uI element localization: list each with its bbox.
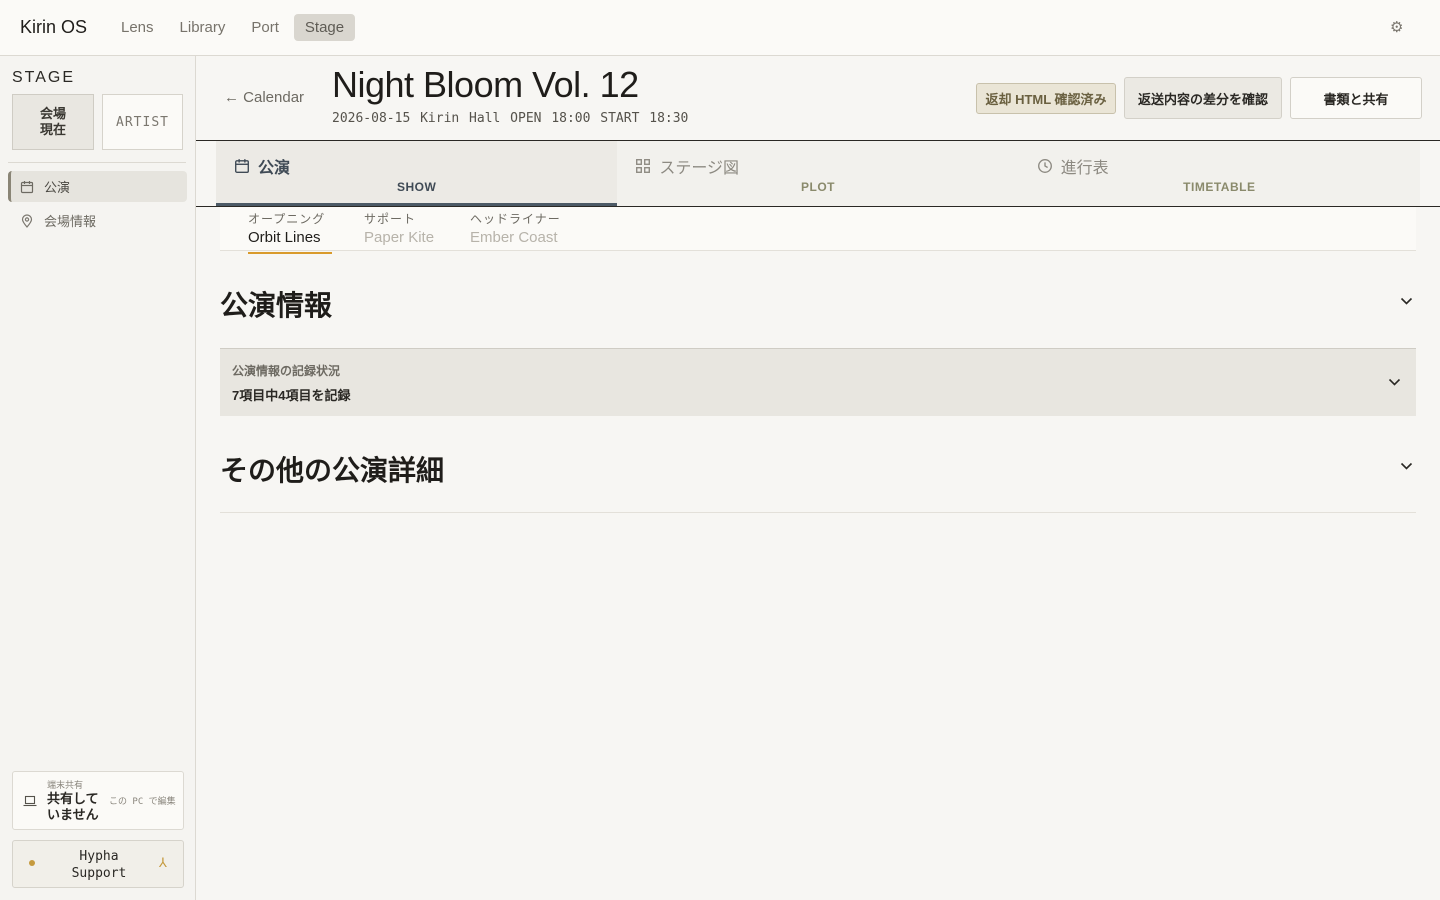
tab-sublabel: TIMETABLE: [1183, 180, 1256, 194]
nav-lens[interactable]: Lens: [110, 14, 165, 41]
section-title-other-details[interactable]: その他の公演詳細: [220, 449, 444, 489]
tab-label: 進行表: [1060, 160, 1109, 177]
mode-venue-button[interactable]: 会場 現在: [12, 94, 94, 150]
subtab-name: Paper Kite: [364, 229, 435, 246]
active-underline: [248, 252, 332, 254]
share-status: 共有していません: [47, 791, 99, 822]
review-diff-button[interactable]: 返送内容の差分を確認: [1124, 77, 1282, 119]
subtab-kind: オープニング: [248, 212, 326, 226]
status-dot: [29, 860, 35, 866]
event-meta: 2026-08-15 Kirin Hall OPEN 18:00 START 1…: [332, 111, 689, 126]
nav-stage[interactable]: Stage: [293, 14, 356, 41]
subtab-name: Ember Coast: [470, 229, 558, 246]
chevron-down-icon[interactable]: [1400, 296, 1413, 306]
map-pin-icon: [21, 213, 33, 228]
record-status-panel[interactable]: 公演情報の記録状況 7項目中4項目を記録: [220, 348, 1416, 416]
back-to-calendar-link[interactable]: ← Calendar: [224, 89, 304, 106]
tab-label: ステージ図: [659, 160, 740, 177]
top-bar: Kirin OS Lens Library Port Stage ⚙: [0, 0, 1440, 56]
sidebar-title: STAGE: [12, 69, 76, 86]
clock-icon: [1037, 159, 1052, 173]
record-status-label: 公演情報の記録状況: [232, 364, 341, 378]
nav-library[interactable]: Library: [169, 14, 237, 41]
sidebar: STAGE 会場 現在 ARTIST 公演 会場情報 端末共有 共有していません…: [0, 56, 196, 900]
record-status-value: 7項目中4項目を記録: [232, 388, 351, 403]
subtab-kind: サポート: [364, 212, 417, 226]
subtab-kind: ヘッドライナー: [470, 212, 561, 226]
tab-sublabel: PLOT: [800, 180, 835, 194]
html-confirmed-badge[interactable]: 返却 HTML 確認済み: [976, 83, 1116, 114]
mode-artist-button[interactable]: ARTIST: [102, 94, 183, 150]
section-divider: [220, 512, 1416, 513]
chevron-down-icon[interactable]: [1400, 461, 1413, 471]
calendar-icon: [235, 159, 249, 173]
sidebar-item-label: 会場情報: [44, 214, 97, 229]
main-tabs: 公演 SHOW ステージ図 PLOT 進行表 TIMETABLE: [216, 141, 1420, 207]
tab-plot[interactable]: ステージ図 PLOT: [617, 141, 1019, 207]
mode-venue-label: 会場: [39, 106, 66, 121]
section-title-show-info[interactable]: 公演情報: [220, 284, 332, 324]
share-edit-note: この PC で編集: [109, 797, 176, 807]
tab-label: 公演: [258, 160, 291, 177]
nav-port[interactable]: Port: [240, 14, 290, 41]
subtab-headliner[interactable]: ヘッドライナー Ember Coast: [470, 210, 561, 246]
share-caption: 端末共有: [47, 780, 84, 790]
page-title: Night Bloom Vol. 12: [332, 64, 639, 105]
support-toggle-icon: ⅄: [159, 855, 167, 870]
calendar-icon: [20, 180, 34, 193]
mode-venue-sublabel: 現在: [39, 122, 66, 137]
device-share-card[interactable]: 端末共有 共有していません この PC で編集: [12, 771, 184, 830]
gear-icon[interactable]: ⚙: [1390, 18, 1403, 36]
top-nav: Lens Library Port Stage: [110, 14, 356, 41]
subtab-opening[interactable]: オープニング Orbit Lines: [248, 210, 332, 254]
support-label: Hypha Support: [71, 849, 127, 881]
chevron-down-icon: [1388, 378, 1401, 386]
sidebar-item-label: 公演: [44, 180, 71, 195]
tab-timetable[interactable]: 進行表 TIMETABLE: [1018, 141, 1420, 207]
share-documents-button[interactable]: 書類と共有: [1290, 77, 1422, 119]
performer-subtabs: オープニング Orbit Lines サポート Paper Kite ヘッドライ…: [220, 207, 1416, 254]
subtab-support[interactable]: サポート Paper Kite: [364, 210, 434, 246]
tab-show[interactable]: 公演 SHOW: [216, 141, 618, 207]
sidebar-divider: [8, 162, 186, 163]
sidebar-item-venue-info[interactable]: 会場情報: [8, 205, 187, 236]
laptop-icon: [23, 795, 37, 807]
sidebar-item-show[interactable]: 公演: [8, 171, 187, 202]
support-button[interactable]: Hypha Support ⅄: [12, 840, 184, 888]
tab-sublabel: SHOW: [396, 180, 437, 194]
subtab-name: Orbit Lines: [248, 229, 321, 246]
grid-icon: [636, 159, 651, 173]
app-title: Kirin OS: [20, 17, 88, 37]
